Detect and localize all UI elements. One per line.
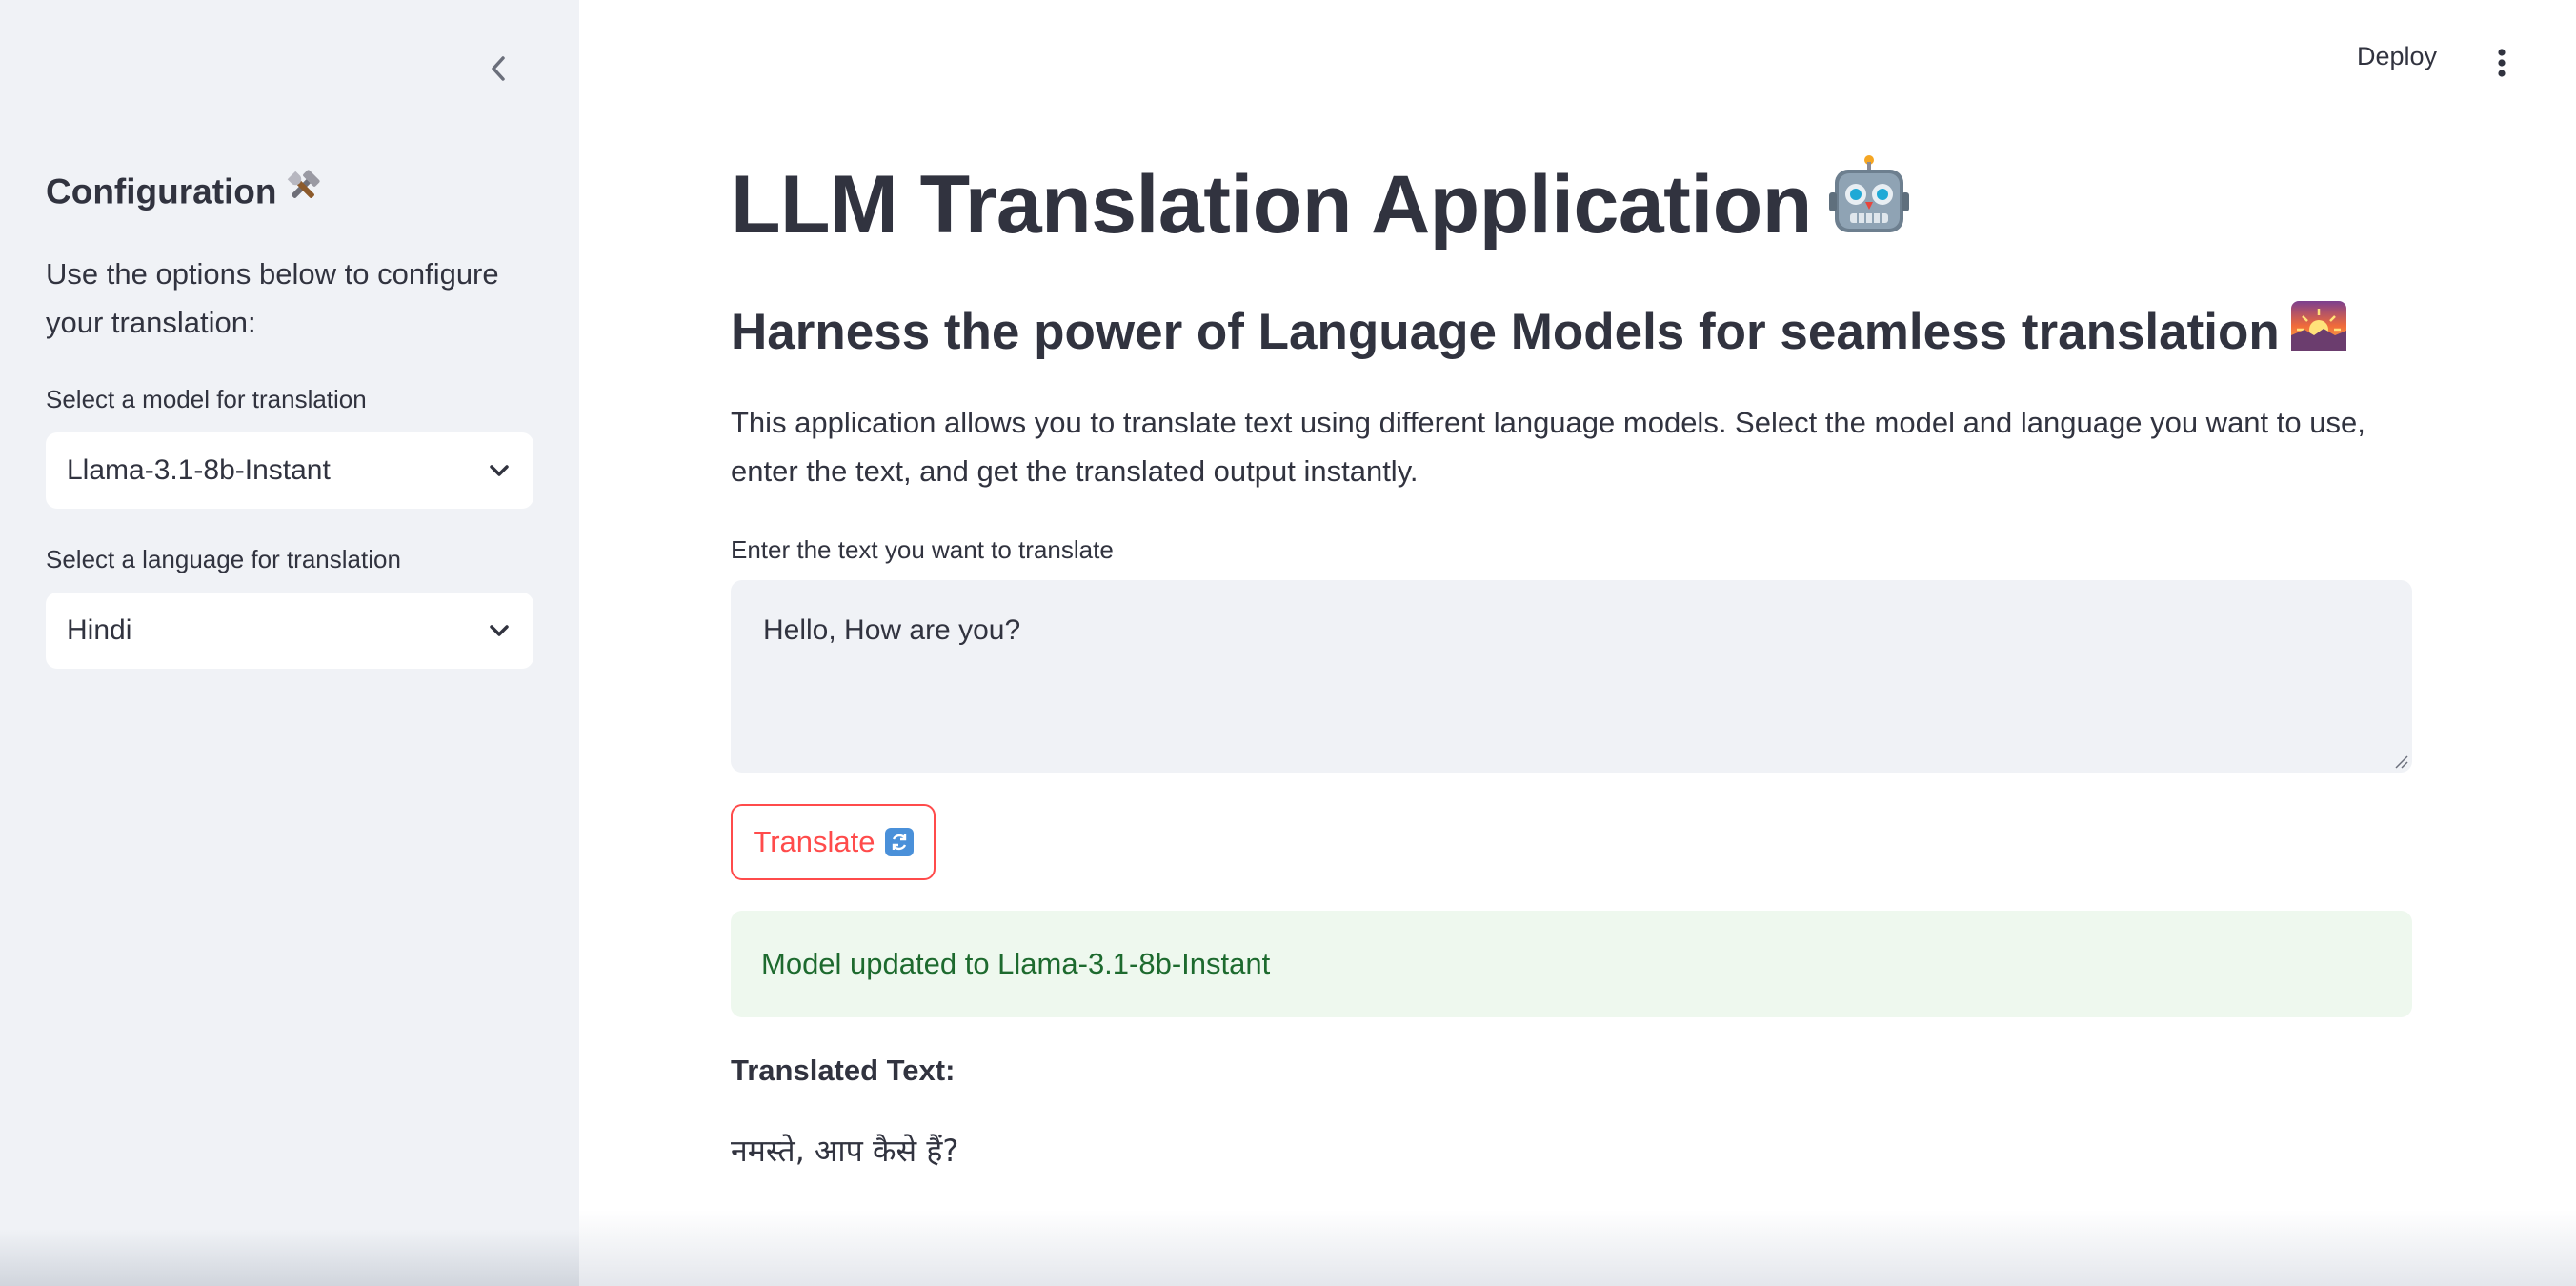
model-select[interactable]: Llama-3.1-8b-Instant — [46, 432, 533, 509]
page-subtitle: Harness the power of Language Models for… — [731, 300, 2346, 367]
sidebar-description: Use the options below to configure your … — [46, 257, 499, 339]
app-description: This application allows you to translate… — [731, 406, 2365, 488]
translated-output: नमस्ते, आप कैसे हैं? — [731, 1133, 959, 1169]
output-label: Translated Text: — [731, 1054, 956, 1087]
tools-icon — [285, 169, 321, 213]
page-subtitle-text: Harness the power of Language Models for… — [731, 304, 2280, 360]
language-select[interactable]: Hindi — [46, 593, 533, 669]
success-alert: Model updated to Llama-3.1-8b-Instant — [731, 911, 2412, 1017]
model-select-value: Llama-3.1-8b-Instant — [67, 454, 331, 486]
chevron-down-icon — [486, 457, 513, 484]
page-title-text: LLM Translation Application — [731, 159, 1812, 251]
success-message: Model updated to Llama-3.1-8b-Instant — [761, 947, 1271, 980]
sidebar: Configuration Use the options below to c… — [0, 0, 579, 1286]
robot-icon — [1828, 154, 1909, 256]
resize-grip-icon[interactable] — [2393, 754, 2408, 769]
input-text-label: Enter the text you want to translate — [731, 535, 1114, 564]
collapse-sidebar-button[interactable] — [482, 48, 514, 90]
main-menu-button[interactable] — [2486, 38, 2517, 88]
input-text-area[interactable]: Hello, How are you? — [731, 580, 2412, 773]
bottom-shadow — [579, 1210, 2576, 1286]
sidebar-bottom-shadow — [0, 1229, 579, 1286]
language-select-value: Hindi — [67, 614, 132, 646]
sunrise-icon — [2290, 300, 2346, 363]
input-text-value: Hello, How are you? — [763, 614, 1021, 646]
deploy-button[interactable]: Deploy — [2357, 42, 2437, 71]
sidebar-title: Configuration — [46, 169, 321, 216]
page-title: LLM Translation Application — [731, 154, 1909, 262]
chevron-down-icon — [486, 617, 513, 644]
sidebar-title-text: Configuration — [46, 171, 277, 211]
model-select-label: Select a model for translation — [46, 385, 367, 413]
more-vertical-icon — [2498, 49, 2506, 77]
app-root: Configuration Use the options below to c… — [0, 0, 2576, 1286]
refresh-icon — [884, 828, 914, 856]
translate-button-label: Translate — [753, 825, 875, 858]
chevron-left-icon — [492, 56, 505, 81]
language-select-label: Select a language for translation — [46, 545, 401, 573]
translate-button[interactable]: Translate — [731, 804, 936, 880]
